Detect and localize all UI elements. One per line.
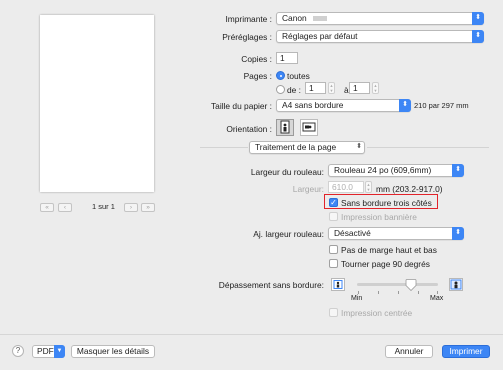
paper-dimensions: 210 par 297 mm xyxy=(414,101,469,110)
landscape-icon xyxy=(302,122,316,132)
chevron-updown-icon: ⬍ xyxy=(356,143,362,150)
copies-input[interactable]: 1 xyxy=(276,52,298,64)
pages-from-stepper[interactable]: ▲ ▼ xyxy=(328,82,335,94)
paper-size-popup[interactable]: A4 sans bordure ⬍ xyxy=(276,99,411,112)
banner-label: Impression bannière xyxy=(341,212,417,222)
pages-from-input[interactable]: 1 xyxy=(305,82,326,94)
next-page-button[interactable]: › xyxy=(124,203,138,212)
slider-tick xyxy=(437,291,438,294)
last-page-button[interactable]: » xyxy=(141,203,155,212)
pages-from-label: de : xyxy=(287,85,301,95)
help-button[interactable]: ? xyxy=(12,345,24,357)
adjust-roll-popup[interactable]: Désactivé ⬍ xyxy=(328,227,464,240)
pages-to-input[interactable]: 1 xyxy=(349,82,370,94)
page-preview xyxy=(40,15,154,192)
section-popup[interactable]: Traitement de la page ⬍ xyxy=(249,141,365,154)
slider-min-label: Min xyxy=(351,295,363,302)
print-button[interactable]: Imprimer xyxy=(442,345,490,358)
printer-model-redacted xyxy=(313,16,328,22)
chevron-down-icon: ▼ xyxy=(54,345,65,358)
rotate-checkbox[interactable] xyxy=(329,259,338,268)
page-counter: 1 sur 1 xyxy=(92,202,115,211)
cancel-label: Annuler xyxy=(394,346,424,356)
slider-tick xyxy=(358,291,359,294)
slider-tick xyxy=(398,291,399,294)
three-sides-label: Sans bordure trois côtés xyxy=(341,198,432,208)
first-page-button[interactable]: « xyxy=(40,203,54,212)
copies-value: 1 xyxy=(280,53,285,63)
adjust-roll-value: Désactivé xyxy=(334,228,371,238)
help-icon: ? xyxy=(15,346,21,355)
width-stepper[interactable]: ▲ ▼ xyxy=(365,181,372,193)
hide-details-label: Masquer les détails xyxy=(76,346,150,356)
pdf-menu-button[interactable]: PDF ▼ xyxy=(32,345,65,358)
overflow-slider-thumb[interactable] xyxy=(405,279,417,291)
no-margin-checkbox[interactable] xyxy=(329,245,338,254)
chevron-updown-icon: ⬍ xyxy=(472,30,484,43)
chevron-updown-icon: ⬍ xyxy=(472,12,484,25)
paper-size-label: Taille du papier : xyxy=(211,101,272,111)
slider-max-label: Max xyxy=(430,295,444,302)
cancel-button[interactable]: Annuler xyxy=(385,345,433,358)
chevron-updown-icon: ⬍ xyxy=(452,227,464,240)
centered-checkbox[interactable] xyxy=(329,308,338,317)
landscape-button[interactable] xyxy=(300,119,318,136)
pages-label: Pages : xyxy=(243,71,272,81)
footer-divider xyxy=(0,334,503,335)
width-label: Largeur: xyxy=(292,184,324,194)
chevron-updown-icon: ⬍ xyxy=(399,99,411,112)
min-overflow-icon xyxy=(331,278,345,291)
printer-popup[interactable]: Canon ⬍ xyxy=(276,12,484,25)
width-value: 610.0 xyxy=(332,182,353,192)
max-overflow-icon xyxy=(449,278,463,291)
adjust-roll-label: Aj. largeur rouleau: xyxy=(253,229,324,239)
pages-range-radio[interactable] xyxy=(276,85,285,94)
section-divider-left xyxy=(200,147,248,148)
roll-width-value: Rouleau 24 po (609,6mm) xyxy=(334,165,432,175)
portrait-icon xyxy=(280,120,290,134)
presets-popup[interactable]: Réglages par défaut ⬍ xyxy=(276,30,484,43)
printer-value: Canon xyxy=(282,13,307,23)
pages-to-stepper[interactable]: ▲ ▼ xyxy=(372,82,379,94)
slider-tick xyxy=(378,291,379,294)
roll-width-popup[interactable]: Rouleau 24 po (609,6mm) ⬍ xyxy=(328,164,464,177)
paper-size-value: A4 sans bordure xyxy=(282,100,344,110)
previous-page-button[interactable]: ‹ xyxy=(58,203,72,212)
presets-label: Préréglages : xyxy=(222,32,272,42)
portrait-button[interactable] xyxy=(276,119,294,136)
section-value: Traitement de la page xyxy=(255,142,337,152)
no-margin-label: Pas de marge haut et bas xyxy=(341,245,437,255)
pdf-label: PDF xyxy=(37,346,54,356)
pages-from-value: 1 xyxy=(309,83,314,93)
pages-to-value: 1 xyxy=(353,83,358,93)
overflow-label: Dépassement sans bordure: xyxy=(218,280,324,290)
rotate-label: Tourner page 90 degrés xyxy=(341,259,430,269)
width-input[interactable]: 610.0 xyxy=(328,181,364,193)
slider-tick xyxy=(418,291,419,294)
hide-details-button[interactable]: Masquer les détails xyxy=(71,345,155,358)
pages-all-label: toutes xyxy=(287,71,310,81)
orientation-label: Orientation : xyxy=(226,124,272,134)
print-label: Imprimer xyxy=(449,346,483,356)
width-unit: mm (203.2-917.0) xyxy=(376,184,443,194)
three-sides-checkbox[interactable]: ✓ xyxy=(329,198,338,207)
pages-all-radio[interactable] xyxy=(276,71,285,80)
printer-label: Imprimante : xyxy=(225,14,272,24)
overflow-slider-track[interactable] xyxy=(357,283,438,286)
banner-checkbox[interactable] xyxy=(329,212,338,221)
section-divider-right xyxy=(367,147,489,148)
chevron-updown-icon: ⬍ xyxy=(452,164,464,177)
copies-label: Copies : xyxy=(241,54,272,64)
centered-label: Impression centrée xyxy=(341,308,413,318)
presets-value: Réglages par défaut xyxy=(282,31,358,41)
roll-width-label: Largeur du rouleau: xyxy=(250,167,324,177)
